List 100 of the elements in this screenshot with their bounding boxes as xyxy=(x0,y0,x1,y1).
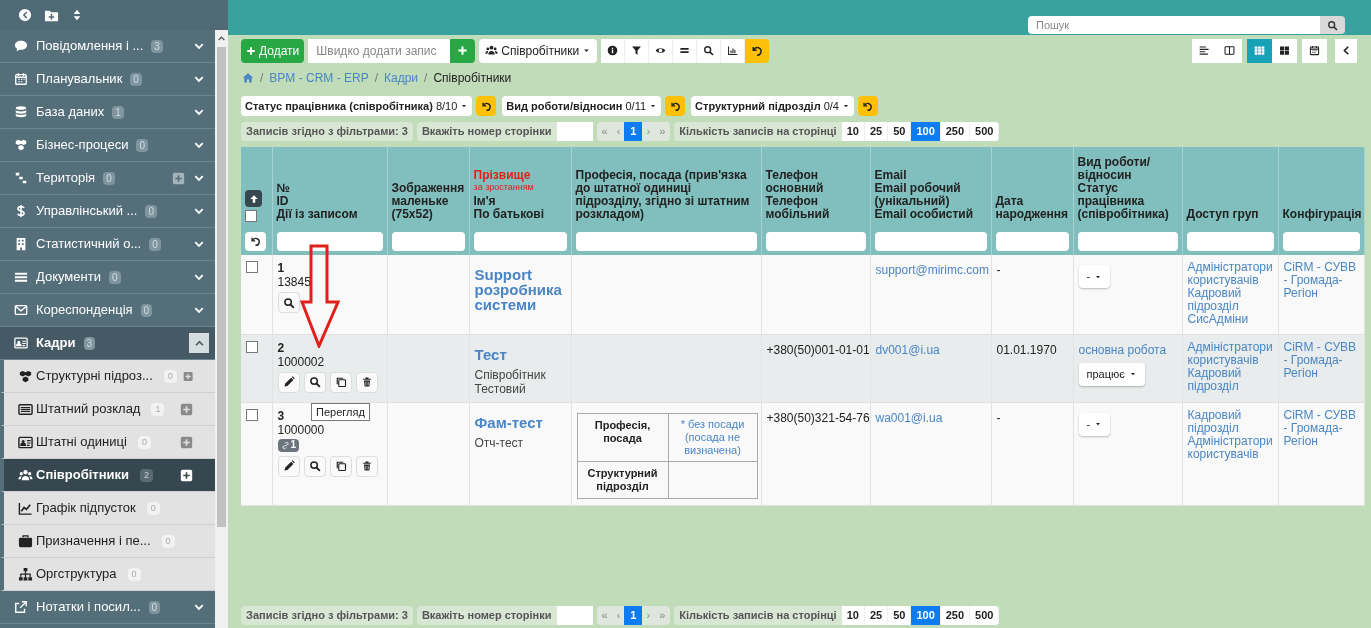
sidebar-subitem[interactable]: Структурні підроз... 0 xyxy=(0,360,215,393)
next-page-button[interactable]: › xyxy=(642,121,655,141)
status-dropdown[interactable]: - xyxy=(1078,412,1111,436)
reset-button[interactable] xyxy=(745,38,770,63)
link[interactable]: Кадровий підрозділ xyxy=(1187,287,1273,313)
sidebar-subitem[interactable]: Графік підпусток 0 xyxy=(0,492,215,525)
per-page-option[interactable]: 25 xyxy=(864,605,889,625)
scroll-up-icon[interactable] xyxy=(217,34,226,43)
edit-button[interactable] xyxy=(277,371,300,393)
link[interactable]: Фам-тест xyxy=(474,414,566,430)
chart-button[interactable] xyxy=(721,38,746,63)
column-filter-field[interactable] xyxy=(1282,231,1360,251)
view-button[interactable] xyxy=(303,455,326,477)
entity-dropdown[interactable]: Співробітники xyxy=(479,38,598,63)
reset-filters-button[interactable] xyxy=(245,231,266,251)
reset-filter-button[interactable] xyxy=(665,96,686,116)
per-page-option[interactable]: 100 xyxy=(911,605,941,625)
column-filter-field[interactable] xyxy=(874,231,987,251)
link[interactable]: основна робота xyxy=(1078,340,1177,359)
link[interactable]: CiRM - СУВВ - Громада-Регіон xyxy=(1283,261,1359,300)
link[interactable]: CiRM - СУВВ - Громада-Регіон xyxy=(1283,408,1359,448)
first-page-button[interactable]: « xyxy=(596,605,613,625)
per-page-option[interactable]: 25 xyxy=(864,121,889,141)
row-checkbox[interactable] xyxy=(246,340,258,353)
per-page-option[interactable]: 100 xyxy=(911,121,941,141)
view-mode-button[interactable] xyxy=(1302,38,1327,63)
per-page-option[interactable]: 10 xyxy=(841,121,865,141)
first-page-button[interactable]: « xyxy=(596,121,613,141)
previous-page-button[interactable]: ‹ xyxy=(612,121,625,141)
add-button[interactable]: Додати xyxy=(241,38,305,63)
sidebar-item[interactable]: Кадри 3 xyxy=(0,327,215,360)
sidebar-subitem[interactable]: Штатний розклад 1 xyxy=(0,393,215,426)
link[interactable]: Кадровий підрозділ xyxy=(1187,408,1273,435)
per-page-option[interactable]: 250 xyxy=(940,121,971,141)
link[interactable]: wa001@i.ua xyxy=(875,408,986,427)
scrollbar-thumb[interactable] xyxy=(217,47,226,527)
per-page-option[interactable]: 500 xyxy=(970,121,1000,141)
home-icon[interactable] xyxy=(242,72,254,84)
link[interactable]: Адміністратори користувачів xyxy=(1187,261,1273,287)
search-button[interactable] xyxy=(1320,16,1345,34)
link[interactable]: dv001@i.ua xyxy=(875,340,986,359)
row-checkbox[interactable] xyxy=(246,261,258,273)
reset-filter-button[interactable] xyxy=(476,96,497,116)
row-checkbox[interactable] xyxy=(246,408,258,421)
sort-up-button[interactable] xyxy=(245,190,262,207)
status-dropdown[interactable]: - xyxy=(1078,265,1111,288)
column-filter-field[interactable] xyxy=(765,231,866,251)
view-mode-button[interactable] xyxy=(1217,38,1242,63)
filter-button[interactable] xyxy=(625,38,650,63)
column-filter-field[interactable] xyxy=(473,231,567,251)
select-all-checkbox[interactable] xyxy=(245,210,257,222)
back-icon[interactable] xyxy=(18,8,32,22)
column-filter-field[interactable] xyxy=(1077,231,1178,251)
sidebar-subitem[interactable]: Призначення і пе... 0 xyxy=(0,525,215,558)
last-page-button[interactable]: » xyxy=(654,121,671,141)
filter-dropdown[interactable]: Структурний підрозділ 0/4 xyxy=(691,96,854,116)
per-page-option[interactable]: 10 xyxy=(841,605,865,625)
column-filter-field[interactable] xyxy=(995,231,1069,251)
filter-dropdown[interactable]: Вид роботи/відносин 0/11 xyxy=(502,96,662,116)
add-icon[interactable] xyxy=(180,468,193,482)
page-button[interactable]: 1 xyxy=(624,121,643,141)
edit-button[interactable] xyxy=(277,455,300,477)
link[interactable]: Адміністратори користувачів xyxy=(1187,340,1273,367)
column-filter-field[interactable] xyxy=(575,231,757,251)
link[interactable]: СисАдміни xyxy=(1187,313,1273,326)
previous-page-button[interactable]: ‹ xyxy=(612,605,625,625)
per-page-option[interactable]: 500 xyxy=(970,605,1000,625)
link[interactable]: Support розробника системи xyxy=(474,267,566,312)
status-dropdown[interactable]: працює xyxy=(1078,362,1145,386)
view-mode-button[interactable] xyxy=(1192,38,1217,63)
page-button[interactable]: 1 xyxy=(624,605,643,625)
link[interactable]: Кадровий підрозділ xyxy=(1187,366,1273,393)
link[interactable]: Тест xyxy=(474,346,566,362)
column-filter-field[interactable] xyxy=(276,231,383,251)
page-number-field[interactable] xyxy=(556,121,593,141)
copy-button[interactable] xyxy=(329,455,352,477)
collapse-panel-button[interactable] xyxy=(1335,38,1357,63)
sort-icon[interactable] xyxy=(71,9,83,21)
collapse-button[interactable] xyxy=(189,333,209,353)
links-badge[interactable]: 1 xyxy=(277,438,300,452)
sidebar-subitem[interactable]: Штатні одиниці 0 xyxy=(0,426,215,459)
column-filter-field[interactable] xyxy=(391,231,465,251)
sidebar-subitem[interactable]: Оргструктура 0 xyxy=(0,558,215,591)
per-page-option[interactable]: 250 xyxy=(940,605,971,625)
last-page-button[interactable]: » xyxy=(654,605,671,625)
info-button[interactable] xyxy=(601,38,626,63)
search-button[interactable] xyxy=(697,38,722,63)
delete-button[interactable] xyxy=(355,455,378,477)
per-page-option[interactable]: 50 xyxy=(888,605,912,625)
view-button[interactable] xyxy=(277,292,300,313)
view-mode-button[interactable] xyxy=(1272,38,1297,63)
filter-dropdown[interactable]: Статус працівника (співробітника) 8/10 xyxy=(241,96,473,116)
delete-button[interactable] xyxy=(355,371,378,393)
search-field[interactable]: Пошук xyxy=(1028,16,1320,34)
link[interactable]: Адміністратори користувачів xyxy=(1187,434,1273,461)
link[interactable]: CiRM - СУВВ - Громада-Регіон xyxy=(1283,340,1359,380)
page-number-field[interactable] xyxy=(556,605,593,625)
sidebar-subitem[interactable]: Співробітники 2 xyxy=(0,459,215,492)
next-page-button[interactable]: › xyxy=(642,605,655,625)
view-button[interactable] xyxy=(303,371,326,393)
